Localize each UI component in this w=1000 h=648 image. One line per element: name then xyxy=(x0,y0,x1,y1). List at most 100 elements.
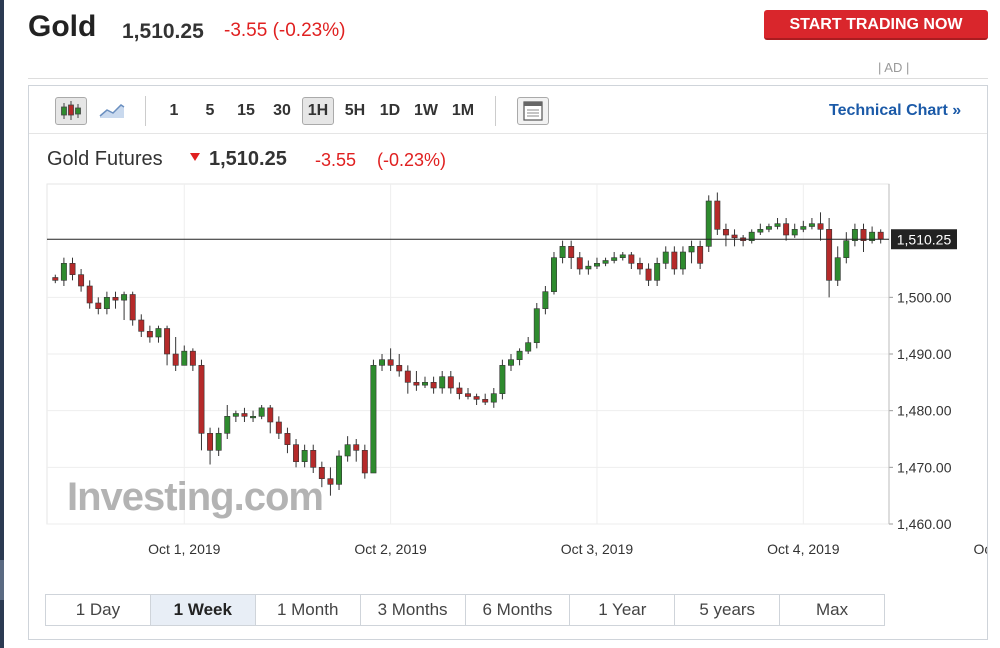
candle-body xyxy=(241,413,248,417)
candlestick-chart[interactable]: 1,460.00 1,470.00 1,480.00 1,490.00 1,500.00… xyxy=(29,86,987,586)
candle-body xyxy=(482,399,489,403)
candle-body xyxy=(69,263,76,275)
range-selector: 1 Day 1 Week 1 Month 3 Months 6 Months 1… xyxy=(45,594,885,626)
candle-body xyxy=(559,246,566,258)
candle-body xyxy=(284,433,291,445)
range-1-week[interactable]: 1 Week xyxy=(150,595,256,625)
candle-body xyxy=(679,251,686,270)
candle-body xyxy=(585,265,592,270)
range-1-year[interactable]: 1 Year xyxy=(570,595,676,625)
range-max[interactable]: Max xyxy=(780,595,884,625)
candle-body xyxy=(791,229,798,236)
candle-body xyxy=(542,291,549,309)
x-tick-label: Oct 5, 2019 xyxy=(973,541,987,557)
candle-body xyxy=(843,240,850,258)
candle-body xyxy=(112,297,119,301)
candle-body xyxy=(551,257,557,292)
candle-body xyxy=(602,260,609,264)
candle-body xyxy=(636,263,643,270)
page: Gold 1,510.25 -3.55 (-0.23%) START TRADI… xyxy=(0,0,1000,648)
candle-body xyxy=(671,251,678,270)
candle-body xyxy=(817,223,824,230)
candle-body xyxy=(757,229,764,233)
candle-body xyxy=(499,365,506,394)
candle-body xyxy=(387,359,394,366)
candle-body xyxy=(146,331,153,338)
candle-body xyxy=(826,229,833,281)
range-1-month[interactable]: 1 Month xyxy=(256,595,361,625)
candle-body xyxy=(628,254,635,264)
candle-body xyxy=(361,450,368,474)
chart-widget: 1 5 15 30 1H 5H 1D 1W 1M Technical Chart… xyxy=(28,85,988,640)
candle-body xyxy=(783,223,790,236)
candle-body xyxy=(697,246,704,264)
candle-body xyxy=(138,319,145,332)
candle-body xyxy=(533,308,540,343)
candle-body xyxy=(301,450,308,462)
candle-body xyxy=(129,294,136,321)
candle-body xyxy=(215,433,222,451)
candle-body xyxy=(95,302,102,309)
candle-body xyxy=(310,450,317,468)
candle-body xyxy=(258,407,265,417)
candle-body xyxy=(422,382,428,386)
candle-body xyxy=(722,229,729,236)
candle-body xyxy=(619,254,626,258)
candle-body xyxy=(52,277,59,281)
candle-body xyxy=(327,478,334,485)
x-tick-label: Oct 2, 2019 xyxy=(354,541,427,557)
candle-body xyxy=(654,263,661,281)
candle-body xyxy=(121,294,128,301)
candle-body xyxy=(765,226,772,230)
page-title: Gold xyxy=(28,10,97,43)
candle-body xyxy=(189,350,196,366)
candle-body xyxy=(86,285,93,304)
candle-body xyxy=(465,393,471,397)
window-edge xyxy=(0,0,4,648)
range-3-months[interactable]: 3 Months xyxy=(361,595,466,625)
candle-body xyxy=(198,365,205,434)
candle-body xyxy=(155,328,162,338)
ad-label: | AD | xyxy=(878,60,910,75)
candle-body xyxy=(232,413,239,417)
candle-body xyxy=(172,353,179,366)
candle-body xyxy=(808,223,815,227)
candle-body xyxy=(568,246,575,258)
candle-body xyxy=(164,328,171,355)
candle-body xyxy=(379,359,385,366)
x-tick-label: Oct 4, 2019 xyxy=(767,541,840,557)
candle-body xyxy=(267,407,274,423)
candle-body xyxy=(430,382,437,389)
candle-body xyxy=(103,297,110,309)
y-tick-label: 1,470.00 xyxy=(897,459,952,475)
candle-body xyxy=(645,268,652,281)
range-1-day[interactable]: 1 Day xyxy=(46,595,151,625)
scroll-knob[interactable] xyxy=(0,560,4,600)
range-5-years[interactable]: 5 years xyxy=(675,595,781,625)
y-tick-label: 1,460.00 xyxy=(897,516,952,532)
candle-body xyxy=(181,350,188,366)
candle-body xyxy=(800,226,807,230)
candle-body xyxy=(688,246,695,253)
candle-body xyxy=(60,263,67,281)
range-6-months[interactable]: 6 Months xyxy=(466,595,571,625)
candle-body xyxy=(370,365,377,474)
candle-body xyxy=(662,251,669,264)
candle-body xyxy=(731,234,738,239)
x-tick-label: Oct 3, 2019 xyxy=(561,541,634,557)
candle-body xyxy=(224,416,231,434)
start-trading-button[interactable]: START TRADING NOW xyxy=(764,10,988,40)
candle-body xyxy=(490,393,497,403)
candle-body xyxy=(439,376,446,389)
candle-body xyxy=(834,257,841,281)
candle-body xyxy=(293,444,300,462)
candle-body xyxy=(594,263,600,267)
candle-body xyxy=(396,365,403,372)
candle-body xyxy=(508,359,514,366)
candle-body xyxy=(413,382,420,386)
header-divider xyxy=(28,78,988,79)
candle-body xyxy=(250,416,257,419)
candle-body xyxy=(275,421,282,434)
investing-watermark-logo: Investing.com xyxy=(67,475,323,519)
last-price-label: 1,510.25 xyxy=(897,231,952,247)
